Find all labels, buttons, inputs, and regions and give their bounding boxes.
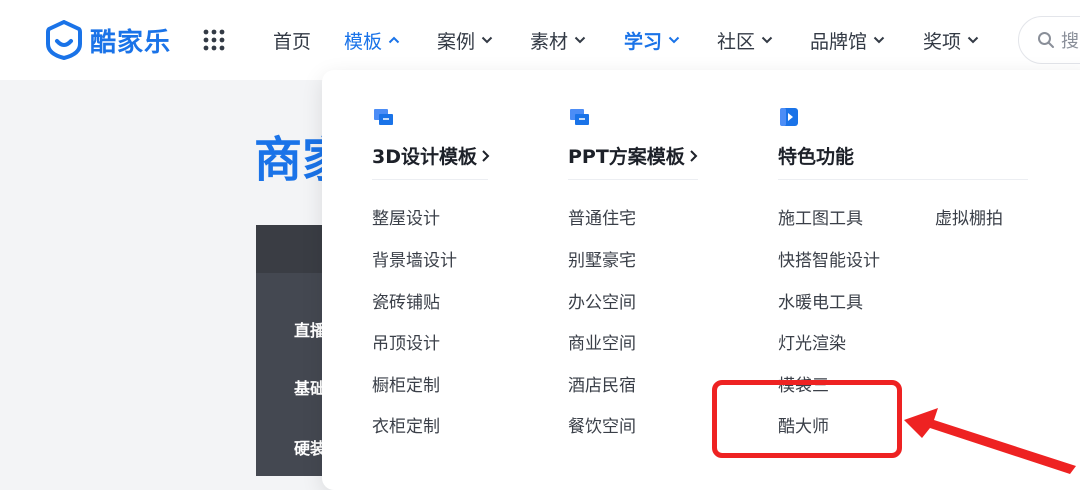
template-3d-icon: [374, 109, 393, 125]
nav-item-learning[interactable]: 学习: [624, 26, 680, 54]
menu-link[interactable]: 快搭智能设计: [778, 246, 880, 271]
nav-item-label: 案例: [437, 30, 476, 53]
menu-link[interactable]: 衣柜定制: [372, 412, 440, 437]
brand-name: 酷家乐: [90, 27, 172, 58]
nav-item-label: 社区: [717, 30, 756, 53]
menu-link[interactable]: 灯光渲染: [778, 329, 846, 354]
highlight-box: [712, 380, 902, 458]
menu-link[interactable]: 别墅豪宅: [568, 246, 636, 271]
menu-link[interactable]: 背景墙设计: [372, 246, 457, 271]
heading-label: 3D设计模板: [372, 146, 477, 168]
feature-play-icon: [780, 108, 798, 126]
menu-link[interactable]: 办公空间: [568, 288, 636, 313]
nav-item-brands[interactable]: 品牌馆: [810, 26, 885, 54]
chevron-right-icon: [690, 149, 698, 162]
column-featured-tools: 特色功能: [778, 106, 854, 169]
chevron-down-icon: [574, 36, 586, 44]
menu-link[interactable]: 吊顶设计: [372, 329, 440, 354]
nav-item-templates[interactable]: 模板: [344, 26, 400, 54]
nav-item-cases[interactable]: 案例: [437, 26, 493, 54]
menu-link[interactable]: 整屋设计: [372, 204, 440, 229]
logo-shield-icon: [46, 20, 82, 60]
nav-item-community[interactable]: 社区: [717, 26, 773, 54]
search-placeholder: 搜: [1061, 31, 1079, 52]
chevron-down-icon: [873, 36, 885, 44]
column-heading[interactable]: 3D设计模板: [372, 142, 490, 169]
nav-item-label: 模板: [344, 30, 383, 53]
menu-link[interactable]: 橱柜定制: [372, 371, 440, 396]
chevron-down-icon: [967, 36, 979, 44]
menu-link[interactable]: 虚拟棚拍: [935, 204, 1003, 229]
column-heading: 特色功能: [778, 142, 854, 169]
menu-link[interactable]: 酒店民宿: [568, 371, 636, 396]
chevron-down-icon: [668, 36, 680, 44]
chevron-down-icon: [481, 36, 493, 44]
chevron-right-icon: [482, 149, 490, 162]
menu-link[interactable]: 普通住宅: [568, 204, 636, 229]
brand-logo[interactable]: 酷家乐: [46, 20, 171, 60]
column-ppt-templates: PPT方案模板: [568, 106, 698, 169]
nav-item-home[interactable]: 首页: [273, 26, 311, 54]
menu-link[interactable]: 瓷砖铺贴: [372, 288, 440, 313]
menu-link[interactable]: 施工图工具: [778, 204, 863, 229]
pointer-arrow-icon: [904, 408, 1076, 474]
nav-item-materials[interactable]: 素材: [530, 26, 586, 54]
nav-item-label: 奖项: [923, 30, 962, 53]
column-divider: [778, 179, 1028, 180]
nav-item-awards[interactable]: 奖项: [923, 26, 979, 54]
search-input[interactable]: 搜: [1018, 16, 1080, 64]
chevron-down-icon: [761, 36, 773, 44]
nav-item-label: 学习: [624, 30, 663, 53]
heading-label: PPT方案模板: [568, 146, 685, 168]
menu-link[interactable]: 商业空间: [568, 329, 636, 354]
menu-link[interactable]: 水暖电工具: [778, 288, 863, 313]
heading-label: 特色功能: [778, 146, 855, 168]
column-3d-templates: 3D设计模板: [372, 106, 490, 169]
column-divider: [372, 179, 488, 180]
nav-item-label: 素材: [530, 30, 569, 53]
chevron-up-icon: [388, 36, 400, 44]
nav-item-label: 首页: [273, 30, 312, 53]
column-heading[interactable]: PPT方案模板: [568, 142, 698, 169]
column-divider: [568, 179, 698, 180]
nav-item-label: 品牌馆: [810, 30, 868, 53]
apps-grid-icon[interactable]: [203, 29, 225, 51]
template-ppt-icon: [570, 109, 589, 125]
menu-link[interactable]: 餐饮空间: [568, 412, 636, 437]
top-navigation: 酷家乐 首页 模板 案例 素材 学习 社区 品牌馆 奖项 搜: [0, 0, 1080, 80]
search-icon: [1038, 32, 1054, 48]
